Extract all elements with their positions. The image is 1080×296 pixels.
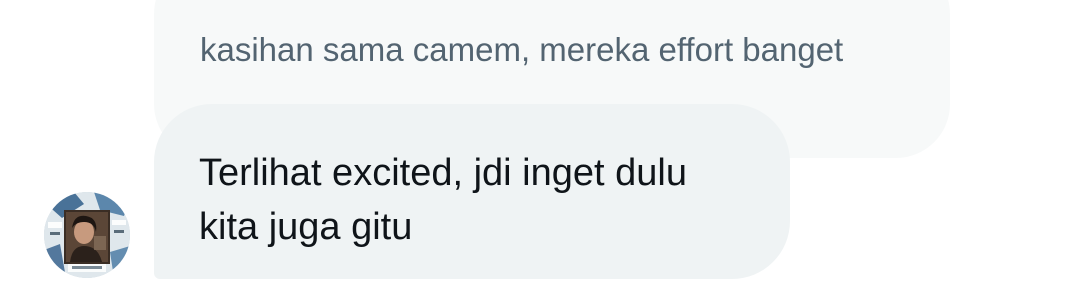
message-text-line-1: Terlihat excited, jdi inget dulu: [199, 152, 687, 194]
message-bubble[interactable]: Terlihat excited, jdi inget dulu kita ju…: [154, 104, 790, 279]
avatar[interactable]: [44, 192, 130, 278]
quoted-message-text: kasihan sama camem, mereka effort banget: [200, 31, 844, 68]
user-avatar-photo-icon: [44, 192, 130, 278]
message-text: Terlihat excited, jdi inget dulu kita ju…: [199, 146, 779, 254]
message-text-line-2: kita juga gitu: [199, 206, 413, 248]
